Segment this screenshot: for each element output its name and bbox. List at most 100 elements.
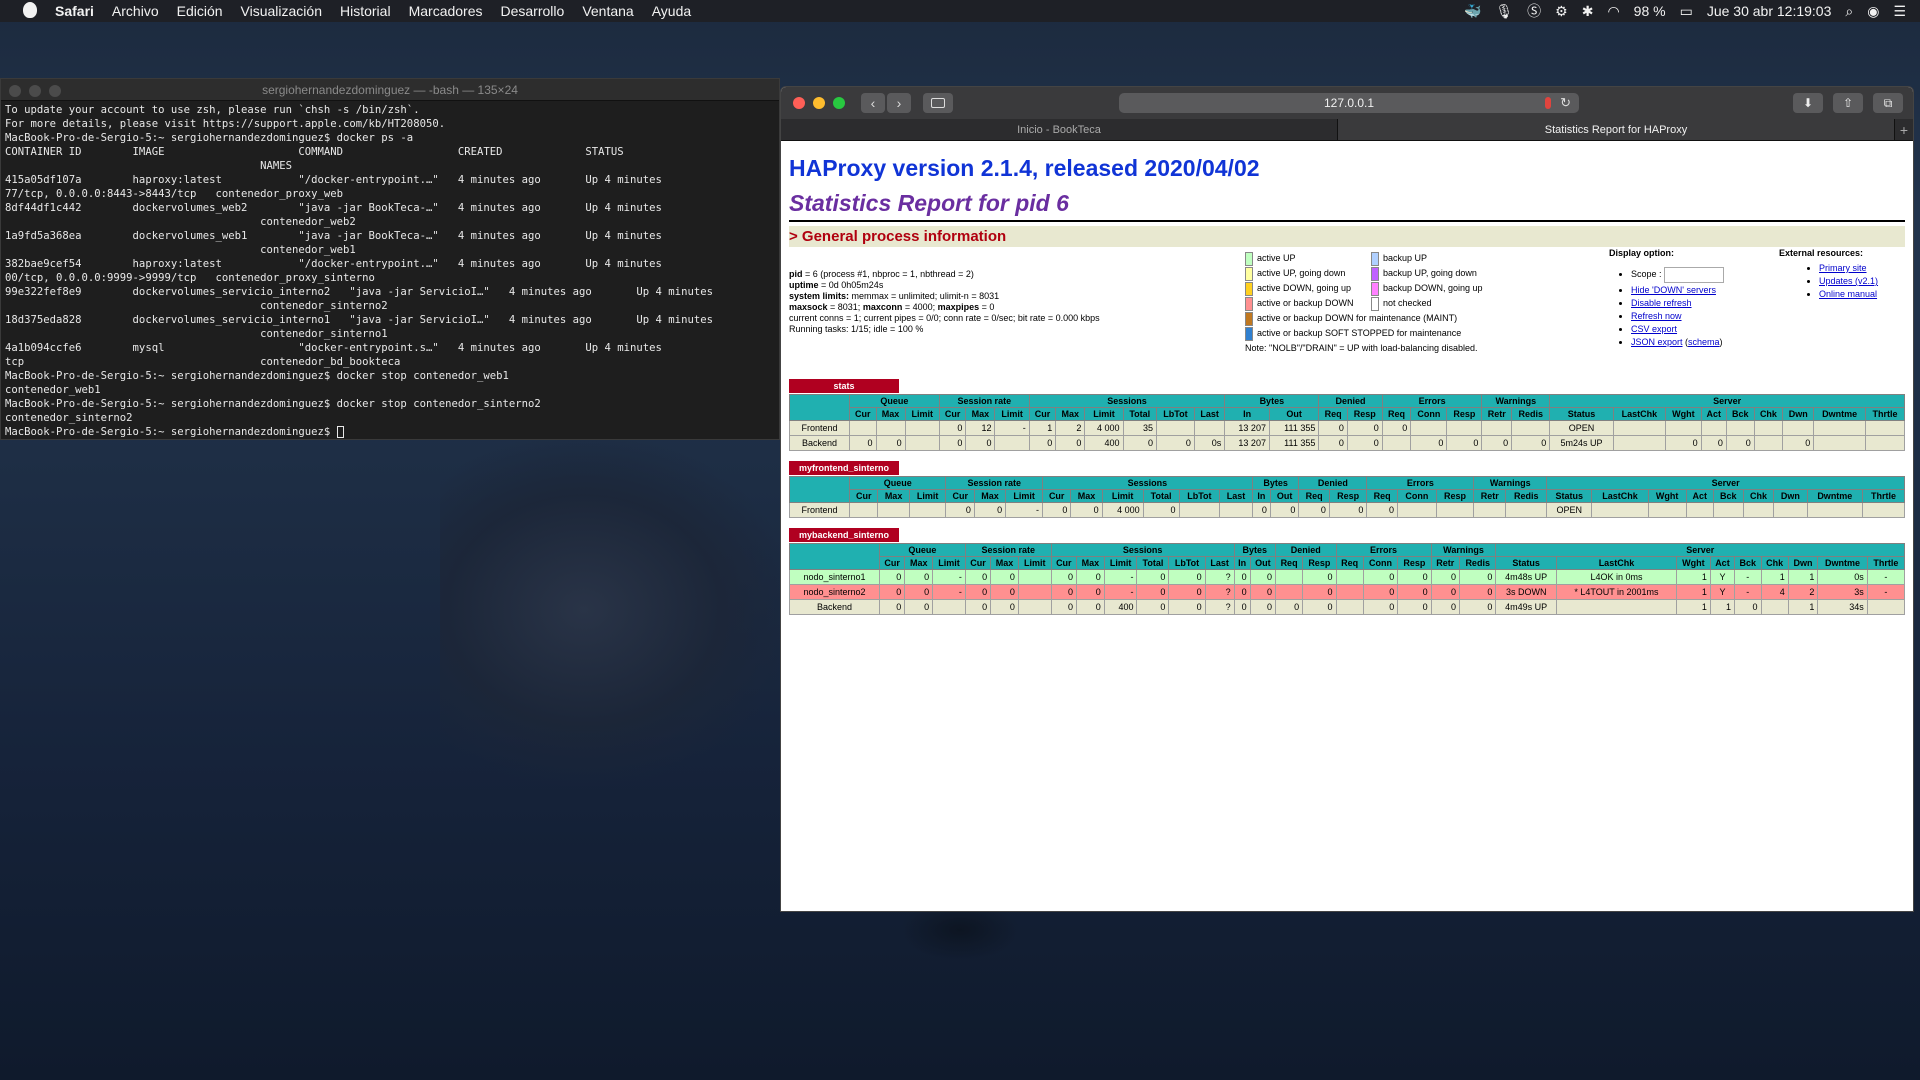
col-header: Session rate bbox=[938, 394, 1030, 408]
cell bbox=[1396, 502, 1437, 518]
cell bbox=[1219, 502, 1253, 518]
col-header: Dwntme bbox=[1813, 407, 1866, 421]
apple-menu[interactable] bbox=[14, 1, 46, 21]
cell bbox=[1813, 420, 1866, 436]
wifi-icon[interactable]: ◠ bbox=[1607, 3, 1619, 20]
col-header: Queue bbox=[849, 394, 940, 408]
cell: 0 bbox=[964, 569, 992, 585]
legend-swatch bbox=[1245, 281, 1253, 296]
minimize-button[interactable] bbox=[813, 97, 825, 109]
siri-icon[interactable]: ◉ bbox=[1867, 3, 1879, 20]
cell bbox=[1381, 435, 1412, 451]
col-header: Req bbox=[1381, 407, 1412, 421]
col-header: Limit bbox=[908, 489, 947, 503]
close-button[interactable] bbox=[793, 97, 805, 109]
col-header: Dwntme bbox=[1817, 556, 1868, 570]
battery-icon[interactable]: ▭ bbox=[1680, 3, 1693, 20]
csv-export-link[interactable]: CSV export bbox=[1631, 324, 1677, 334]
section-title-backend[interactable]: mybackend_sinterno bbox=[789, 528, 899, 542]
reload-icon[interactable]: ↻ bbox=[1560, 95, 1571, 111]
sidebar-toggle-button[interactable] bbox=[923, 93, 953, 113]
cell: 0 bbox=[938, 435, 967, 451]
primary-site-link[interactable]: Primary site bbox=[1819, 263, 1867, 273]
network-icon[interactable]: ⚙ bbox=[1555, 3, 1568, 20]
terminal-line: contenedor_sinterno1 bbox=[5, 328, 388, 340]
menu-visualizacion[interactable]: Visualización bbox=[232, 3, 331, 19]
tab-haproxy-stats[interactable]: Statistics Report for HAProxy bbox=[1338, 119, 1895, 140]
row-name[interactable]: Backend bbox=[789, 599, 880, 615]
row-name[interactable]: Frontend bbox=[789, 502, 850, 518]
menu-archivo[interactable]: Archivo bbox=[103, 3, 168, 19]
menu-edicion[interactable]: Edición bbox=[168, 3, 232, 19]
tab-bookteca[interactable]: Inicio - BookTeca bbox=[781, 119, 1338, 140]
cell bbox=[1435, 502, 1475, 518]
zoom-button[interactable] bbox=[833, 97, 845, 109]
close-button[interactable] bbox=[9, 85, 21, 97]
cell: 0 bbox=[1136, 599, 1170, 615]
col-header: Limit bbox=[994, 407, 1030, 421]
cell: 1 bbox=[1787, 569, 1819, 585]
menu-app-safari[interactable]: Safari bbox=[46, 3, 103, 19]
address-bar[interactable]: 127.0.0.1 ↻ bbox=[1119, 93, 1579, 113]
online-manual-link[interactable]: Online manual bbox=[1819, 289, 1877, 299]
status-cell: OPEN bbox=[1549, 420, 1614, 436]
terminal-window[interactable]: sergiohernandezdominguez — -bash — 135×2… bbox=[0, 78, 780, 440]
spotlight-icon[interactable]: ⌕ bbox=[1845, 3, 1853, 20]
cell: 4 bbox=[1760, 584, 1789, 600]
cell: 35 bbox=[1122, 420, 1157, 436]
safari-window[interactable]: ‹ › 127.0.0.1 ↻ ⬇ ⇧ ⧉ Inicio - BookTeca … bbox=[780, 86, 1914, 912]
tab-overview-button[interactable]: ⧉ bbox=[1873, 93, 1903, 113]
docker-icon[interactable]: 🐳 bbox=[1464, 3, 1481, 20]
terminal-title-bar[interactable]: sergiohernandezdominguez — -bash — 135×2… bbox=[1, 79, 779, 101]
minimize-button[interactable] bbox=[29, 85, 41, 97]
section-title-frontend[interactable]: myfrontend_sinterno bbox=[789, 461, 899, 475]
row-name[interactable]: Frontend bbox=[789, 420, 850, 436]
row-name[interactable]: nodo_sinterno2 bbox=[789, 584, 880, 600]
menu-desarrollo[interactable]: Desarrollo bbox=[492, 3, 574, 19]
forward-button[interactable]: › bbox=[887, 93, 911, 113]
updates-link[interactable]: Updates (v2.1) bbox=[1819, 276, 1878, 286]
back-button[interactable]: ‹ bbox=[861, 93, 885, 113]
col-header: Chk bbox=[1760, 556, 1789, 570]
menu-ayuda[interactable]: Ayuda bbox=[643, 3, 700, 19]
refresh-now-link[interactable]: Refresh now bbox=[1631, 311, 1682, 321]
menu-marcadores[interactable]: Marcadores bbox=[400, 3, 492, 19]
col-header: Req bbox=[1335, 556, 1364, 570]
col-header: Resp bbox=[1346, 407, 1383, 421]
schema-link[interactable]: schema bbox=[1688, 337, 1720, 347]
section-title-stats[interactable]: stats bbox=[789, 379, 899, 393]
downloads-button[interactable]: ⬇ bbox=[1793, 93, 1823, 113]
clock[interactable]: Jue 30 abr 12:19:03 bbox=[1707, 3, 1832, 19]
cell bbox=[1335, 599, 1364, 615]
cell: 0 bbox=[1430, 599, 1460, 615]
disable-refresh-link[interactable]: Disable refresh bbox=[1631, 298, 1692, 308]
scope-input[interactable] bbox=[1664, 266, 1725, 283]
cell: - bbox=[1866, 569, 1906, 585]
menu-ventana[interactable]: Ventana bbox=[573, 3, 642, 19]
share-button[interactable]: ⇧ bbox=[1833, 93, 1863, 113]
cell bbox=[1742, 502, 1775, 518]
col-header: Server bbox=[1546, 476, 1905, 490]
menu-historial[interactable]: Historial bbox=[331, 3, 400, 19]
bluetooth-icon[interactable]: ✱ bbox=[1582, 3, 1594, 20]
row-name[interactable]: nodo_sinterno1 bbox=[789, 569, 880, 585]
cell: 0 bbox=[964, 599, 992, 615]
cell: 0 bbox=[1028, 435, 1057, 451]
col-header: LastChk bbox=[1612, 407, 1667, 421]
json-export-link[interactable]: JSON export bbox=[1631, 337, 1683, 347]
hide-down-servers-link[interactable]: Hide 'DOWN' servers bbox=[1631, 285, 1716, 295]
mic-icon[interactable]: 🎙 bbox=[1495, 3, 1513, 20]
skype-icon[interactable]: Ⓢ bbox=[1527, 1, 1541, 21]
cell: 4 000 bbox=[1101, 502, 1144, 518]
battery-label[interactable]: 98 % bbox=[1634, 3, 1666, 19]
cell bbox=[1410, 420, 1448, 436]
notification-center-icon[interactable]: ☰ bbox=[1893, 3, 1906, 20]
col-header: Thrtle bbox=[1866, 556, 1906, 570]
process-info: pid = 6 (process #1, nbproc = 1, nbthrea… bbox=[789, 269, 1100, 335]
terminal-output[interactable]: To update your account to use zsh, pleas… bbox=[1, 101, 779, 439]
row-name[interactable]: Backend bbox=[789, 435, 850, 451]
lastchk-cell: L4OK in 0ms bbox=[1555, 569, 1677, 585]
zoom-button[interactable] bbox=[49, 85, 61, 97]
cell: - bbox=[1005, 502, 1043, 518]
new-tab-button[interactable]: + bbox=[1895, 119, 1913, 140]
